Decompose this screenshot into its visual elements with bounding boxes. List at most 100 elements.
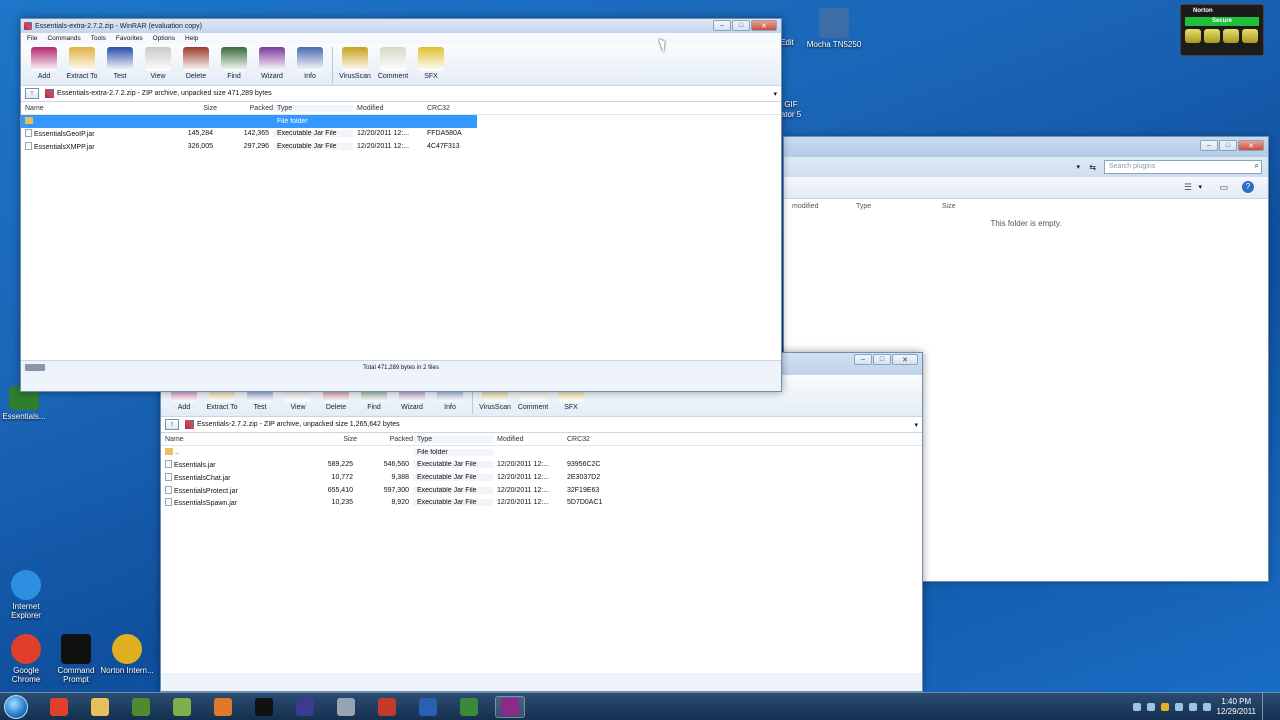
file-row[interactable]: Essentials.jar 589,225 546,560 Executable J… xyxy=(161,459,617,472)
maximize-button[interactable]: □ xyxy=(1219,140,1237,151)
file-row[interactable]: EssentialsXMPP.jar 326,005 297,296 Executab… xyxy=(21,140,477,153)
column-header-crc32[interactable]: CRC32 xyxy=(423,105,477,112)
column-header-packed[interactable]: Packed xyxy=(217,105,273,112)
file-list[interactable]: Name Size Packed Type Modified CRC32 .. File f… xyxy=(161,433,922,673)
tray-flag-icon[interactable] xyxy=(1174,703,1183,711)
toolbar-button-add[interactable]: Add xyxy=(25,47,63,80)
column-header-name[interactable]: Name xyxy=(161,436,301,443)
column-header-size[interactable]: Size xyxy=(301,436,357,443)
file-row[interactable]: EssentialsProtect.jar 655,410 597,300 Execu… xyxy=(161,484,617,497)
close-button[interactable]: ✕ xyxy=(892,354,918,365)
tray-network-icon[interactable] xyxy=(1132,703,1141,711)
toolbar-button-find[interactable]: Find xyxy=(215,47,253,80)
taskbar-button-filezilla[interactable] xyxy=(372,696,402,718)
chevron-down-icon[interactable]: ▾ xyxy=(773,90,777,98)
toolbar-button-test[interactable]: Test xyxy=(101,47,139,80)
taskbar-button-eclipse[interactable] xyxy=(290,696,320,718)
column-header-size[interactable]: Size xyxy=(161,105,217,112)
archive-address-bar[interactable]: ↑ Essentials-extra-2.7.2.zip - ZIP archi… xyxy=(21,86,781,102)
file-list[interactable]: Name Size Packed Type Modified CRC32 File fol… xyxy=(21,102,781,360)
desktop-icon-chrome[interactable]: Google Chrome xyxy=(0,634,54,684)
tray-norton-icon[interactable] xyxy=(1160,703,1169,711)
tray-chevron-icon[interactable] xyxy=(1202,703,1211,711)
toolbar-button-wizard[interactable]: Wizard xyxy=(253,47,291,80)
taskbar-button-minecraft[interactable] xyxy=(126,696,156,718)
toolbar-button-extract-to[interactable]: Extract To xyxy=(63,47,101,80)
column-header-crc32[interactable]: CRC32 xyxy=(563,436,617,443)
show-desktop-button[interactable] xyxy=(1262,693,1272,720)
desktop-icon-command-prompt[interactable]: Command Prompt xyxy=(48,634,104,684)
column-header-type[interactable]: Type xyxy=(273,104,353,112)
explorer-titlebar[interactable]: – □ ✕ xyxy=(784,137,1268,157)
column-header-modified[interactable]: modified xyxy=(792,203,856,210)
maximize-button[interactable]: □ xyxy=(873,354,891,365)
tray-volume-icon[interactable] xyxy=(1146,703,1155,711)
menu-item-tools[interactable]: Tools xyxy=(91,35,106,42)
taskbar-button-paint[interactable] xyxy=(331,696,361,718)
norton-settings-icon[interactable] xyxy=(1223,29,1239,43)
toolbar-button-sfx[interactable]: SFX xyxy=(412,47,450,80)
toolbar-button-view[interactable]: View xyxy=(139,47,177,80)
refresh-icon[interactable]: ⇆ xyxy=(1089,163,1096,172)
minimize-button[interactable]: – xyxy=(713,20,731,31)
taskbar-button-chrome[interactable] xyxy=(44,696,74,718)
toolbar-button-comment[interactable]: Comment xyxy=(374,47,412,80)
norton-status-widget[interactable]: Norton Secure xyxy=(1180,4,1264,56)
toolbar-button-delete[interactable]: Delete xyxy=(177,47,215,80)
tray-battery-icon[interactable] xyxy=(1188,703,1197,711)
chevron-down-icon[interactable]: ▾ xyxy=(1076,163,1080,171)
taskbar-button-word[interactable] xyxy=(413,696,443,718)
menu-item-options[interactable]: Options xyxy=(153,35,175,42)
column-header-packed[interactable]: Packed xyxy=(357,436,413,443)
file-row[interactable]: .. File folder xyxy=(161,446,617,459)
search-icon[interactable]: ⌕ xyxy=(1255,161,1259,171)
column-header-type[interactable]: Type xyxy=(856,203,942,210)
up-folder-icon[interactable]: ↑ xyxy=(165,419,179,430)
column-header-modified[interactable]: Modified xyxy=(353,105,423,112)
file-row[interactable]: EssentialsGeoIP.jar 145,284 142,365 Executa… xyxy=(21,128,477,141)
taskbar-button-winrar[interactable] xyxy=(495,696,525,718)
norton-tools-icon[interactable] xyxy=(1204,29,1220,43)
winrar-window-back[interactable]: – □ ✕ Add Extract To Test View Delete Find Wiz… xyxy=(160,352,923,692)
key-drive-icon[interactable] xyxy=(25,364,45,371)
desktop-icon-norton[interactable]: Norton Intern... xyxy=(99,634,155,675)
view-options-icon[interactable]: ☰ xyxy=(1184,182,1192,193)
toolbar-button-virusscan[interactable]: VirusScan xyxy=(336,47,374,80)
menu-item-favorites[interactable]: Favorites xyxy=(116,35,143,42)
start-button[interactable] xyxy=(4,695,28,719)
chevron-down-icon[interactable]: ▾ xyxy=(914,421,918,429)
archive-address-bar[interactable]: ↑ Essentials-2.7.2.zip - ZIP archive, un… xyxy=(161,417,922,433)
titlebar[interactable]: Essentials-extra-2.7.2.zip - WinRAR (eva… xyxy=(21,19,781,33)
column-header-size[interactable]: Size xyxy=(942,203,1002,210)
preview-pane-icon[interactable]: ▭ xyxy=(1219,182,1228,193)
taskbar-button-app[interactable] xyxy=(454,696,484,718)
up-folder-icon[interactable]: ↑ xyxy=(25,88,39,99)
taskbar-button-media[interactable] xyxy=(208,696,238,718)
maximize-button[interactable]: □ xyxy=(732,20,750,31)
minimize-button[interactable]: – xyxy=(854,354,872,365)
column-header-type[interactable]: Type xyxy=(413,435,493,443)
explorer-address-bar[interactable]: ▾ ⇆ Search plugins ⌕ xyxy=(784,157,1268,177)
close-button[interactable]: ✕ xyxy=(1238,140,1264,151)
search-input[interactable]: Search plugins xyxy=(1104,160,1262,174)
file-row[interactable]: EssentialsChat.jar 10,772 9,388 Executable … xyxy=(161,471,617,484)
menu-item-help[interactable]: Help xyxy=(185,35,198,42)
taskbar-button-cmd[interactable] xyxy=(249,696,279,718)
close-button[interactable]: ✕ xyxy=(751,20,777,31)
menu-item-file[interactable]: File xyxy=(27,35,37,42)
desktop-icon-mocha[interactable]: Mocha TN5250 xyxy=(806,8,862,49)
help-icon[interactable]: ? xyxy=(1242,181,1254,193)
menu-item-commands[interactable]: Commands xyxy=(47,35,80,42)
file-row[interactable]: File folder xyxy=(21,115,477,128)
file-row[interactable]: EssentialsSpawn.jar 10,235 8,920 Executable… xyxy=(161,496,617,509)
chevron-down-icon[interactable]: ▾ xyxy=(1198,183,1202,191)
minimize-button[interactable]: – xyxy=(1200,140,1218,151)
norton-check-icon[interactable] xyxy=(1242,29,1258,43)
norton-power-icon[interactable] xyxy=(1185,29,1201,43)
toolbar-button-info[interactable]: Info xyxy=(291,47,329,80)
taskbar-button-explorer[interactable] xyxy=(85,696,115,718)
taskbar-button-notepad[interactable] xyxy=(167,696,197,718)
column-header-modified[interactable]: Modified xyxy=(493,436,563,443)
winrar-window-front[interactable]: Essentials-extra-2.7.2.zip - WinRAR (eva… xyxy=(20,18,782,392)
column-header-name[interactable]: Name xyxy=(21,105,161,112)
